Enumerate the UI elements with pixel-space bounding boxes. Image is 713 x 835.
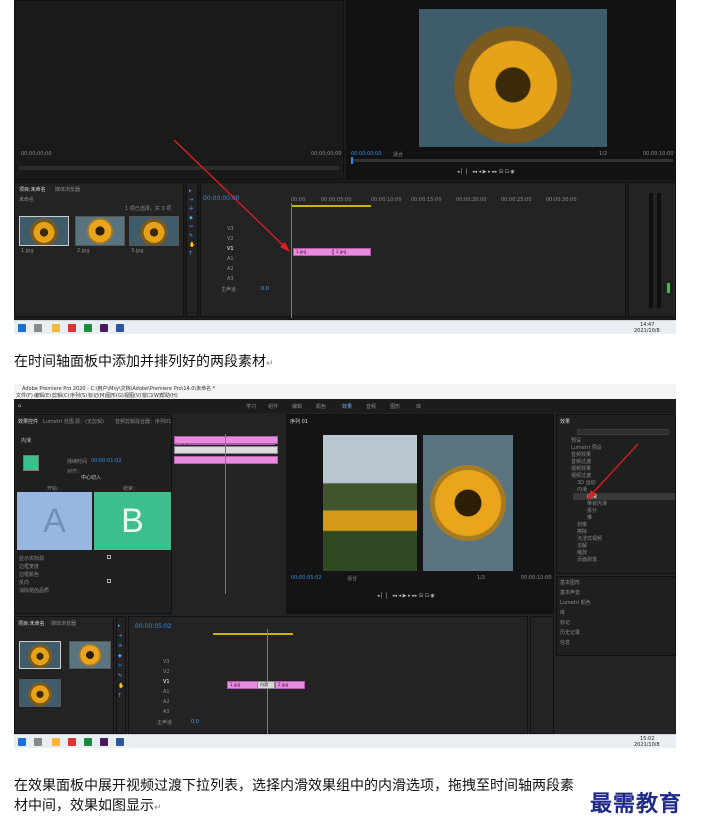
taskbar-date-2: 2021/10/8 <box>634 742 660 748</box>
screenshot-timeline: 00;00;00;00 00;00;00;00 00:00:00:00 适合 1… <box>14 0 676 334</box>
word-icon[interactable] <box>116 738 124 746</box>
premiere-icon[interactable] <box>100 324 108 332</box>
taskbar-2: 15:02 2021/10/8 <box>14 734 676 748</box>
watermark: 最需教育 <box>590 791 683 817</box>
premiere-icon[interactable] <box>100 738 108 746</box>
caption-1: 在时间轴面板中添加并排列好的两段素材↵ <box>14 354 274 370</box>
word-icon[interactable] <box>116 324 124 332</box>
search-icon[interactable] <box>34 738 42 746</box>
taskbar-date: 2021/10/8 <box>634 328 660 334</box>
caption-2-line-2: 材中间，效果如图显示 <box>14 798 154 814</box>
app-icon[interactable] <box>68 738 76 746</box>
caption-2: 在效果面板中展开视频过渡下拉列表，选择内滑效果组中的内滑选项，拖拽至时间轴两段素… <box>14 778 574 814</box>
caption-2-line-1: 在效果面板中展开视频过渡下拉列表，选择内滑效果组中的内滑选项，拖拽至时间轴两段素 <box>14 778 574 794</box>
search-icon[interactable] <box>34 324 42 332</box>
taskbar: 14:47 2021/10/8 <box>14 320 676 334</box>
caption-1-text: 在时间轴面板中添加并排列好的两段素材 <box>14 354 266 370</box>
app-icon[interactable] <box>68 324 76 332</box>
screenshot-transition: Adobe Premiere Pro 2020 - C:\用户\Msy\文档\A… <box>14 384 676 748</box>
folder-icon[interactable] <box>52 324 60 332</box>
annotation-arrow-2 <box>587 443 639 500</box>
start-icon[interactable] <box>18 738 26 746</box>
folder-icon[interactable] <box>52 738 60 746</box>
annotation-arrow <box>173 139 290 252</box>
start-icon[interactable] <box>18 324 26 332</box>
app-icon[interactable] <box>84 738 92 746</box>
app-icon[interactable] <box>84 324 92 332</box>
